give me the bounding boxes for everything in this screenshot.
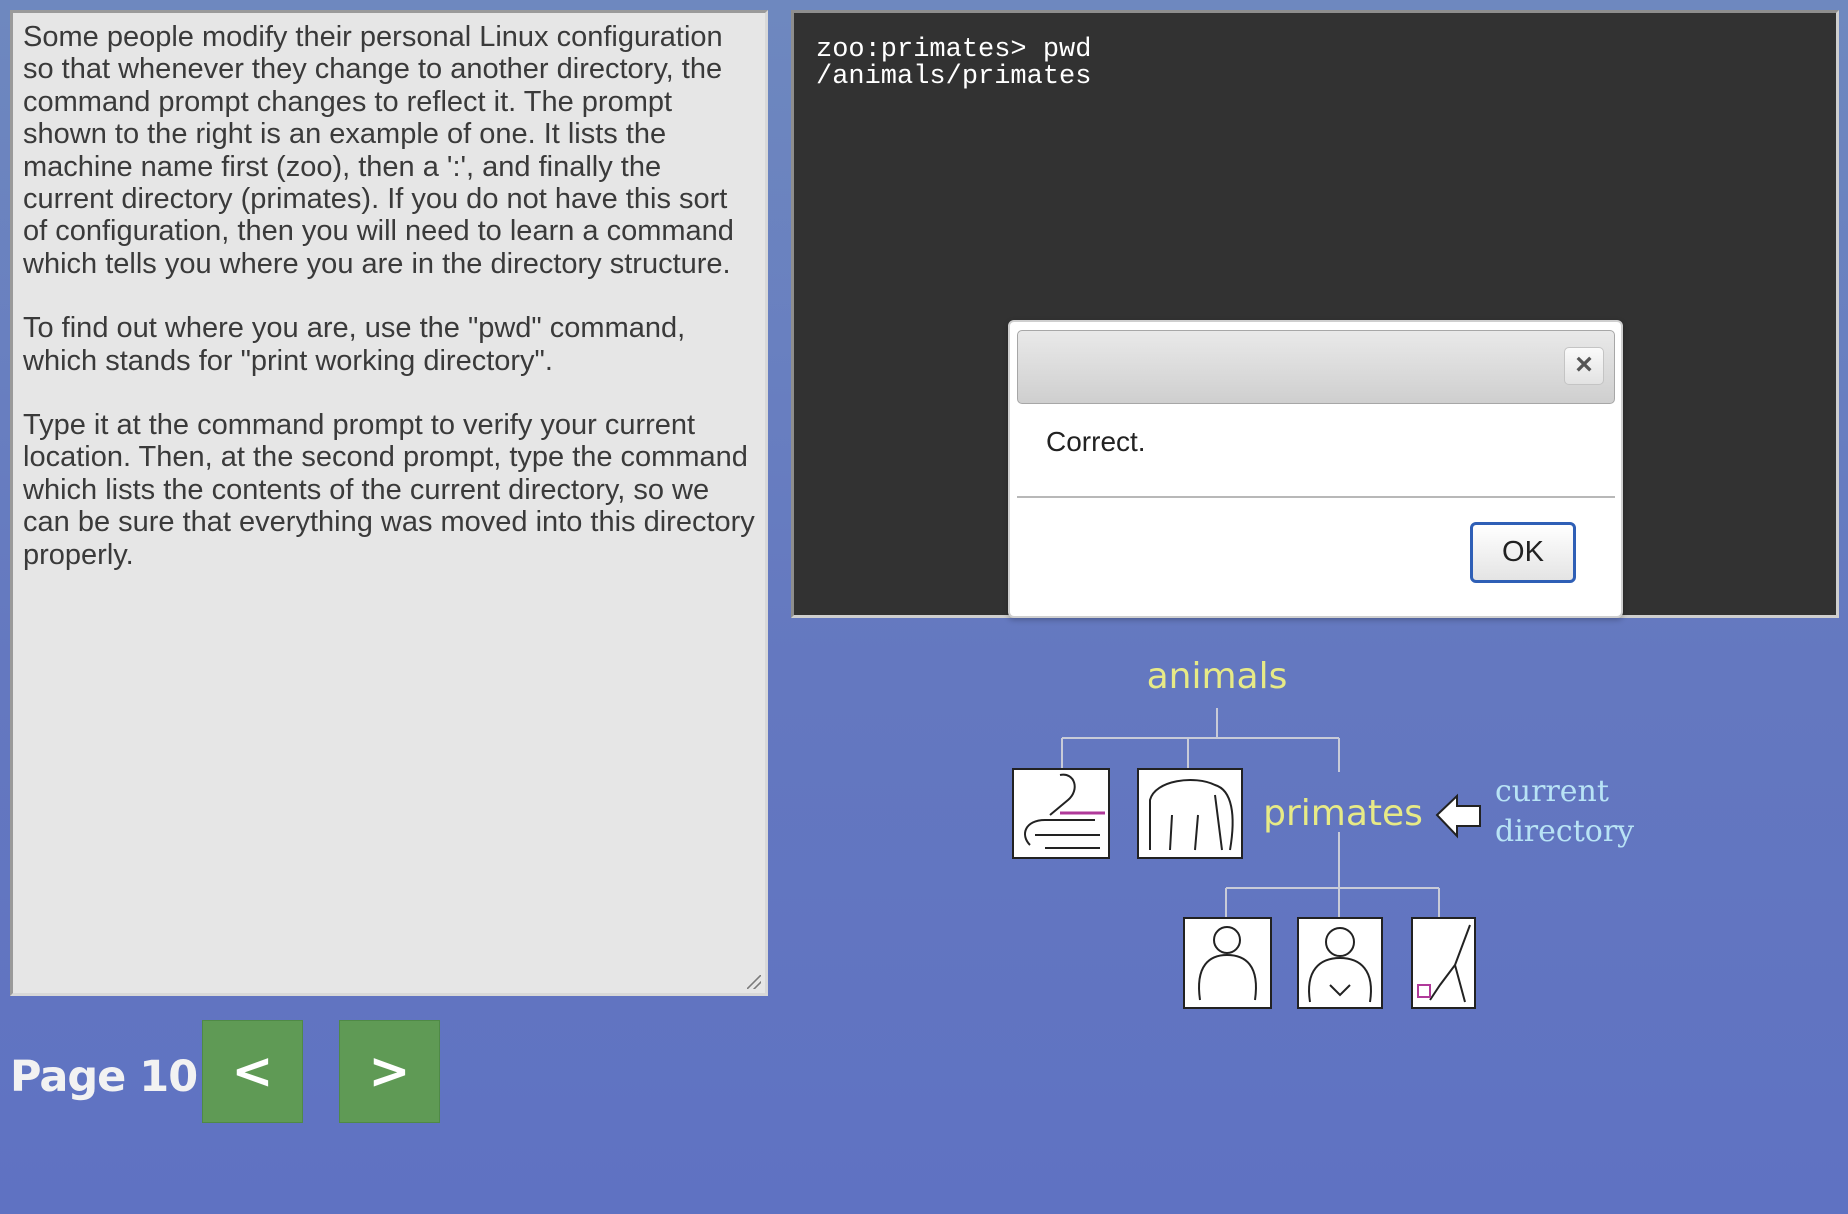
resize-grip-icon[interactable] bbox=[747, 975, 761, 989]
folder-label-animals: animals bbox=[1147, 656, 1288, 697]
close-icon[interactable]: × bbox=[1564, 347, 1604, 385]
folder-label-primates: primates bbox=[1263, 793, 1423, 834]
dialog-message: Correct. bbox=[1046, 426, 1146, 457]
gibbon-icon bbox=[1411, 917, 1476, 1009]
monkey-icon bbox=[1183, 917, 1272, 1009]
alert-dialog: × Correct. OK bbox=[1008, 320, 1623, 618]
tree-connector-lines bbox=[1061, 708, 1440, 918]
arrow-left-icon bbox=[1435, 793, 1481, 839]
next-page-button[interactable]: > bbox=[339, 1020, 440, 1123]
elephant-icon bbox=[1137, 768, 1243, 859]
snake-icon bbox=[1012, 768, 1110, 859]
previous-page-button[interactable]: < bbox=[202, 1020, 303, 1123]
terminal-line-command: zoo:primates> pwd bbox=[816, 35, 1092, 65]
lesson-text-area[interactable]: Some people modify their personal Linux … bbox=[10, 10, 768, 996]
current-directory-label: directory bbox=[1495, 814, 1634, 849]
lesson-paragraph: Type it at the command prompt to verify … bbox=[23, 409, 755, 571]
ok-button[interactable]: OK bbox=[1470, 522, 1576, 583]
page-number-label: Page 10 bbox=[10, 1052, 198, 1102]
dialog-titlebar[interactable]: × bbox=[1017, 330, 1615, 404]
gorilla-icon bbox=[1297, 917, 1383, 1009]
lesson-paragraph: Some people modify their personal Linux … bbox=[23, 21, 734, 280]
terminal-line-output: /animals/primates bbox=[816, 62, 1092, 92]
current-directory-label: current bbox=[1495, 774, 1609, 809]
lesson-paragraph: To find out where you are, use the "pwd"… bbox=[23, 312, 686, 377]
dialog-divider bbox=[1017, 496, 1615, 498]
